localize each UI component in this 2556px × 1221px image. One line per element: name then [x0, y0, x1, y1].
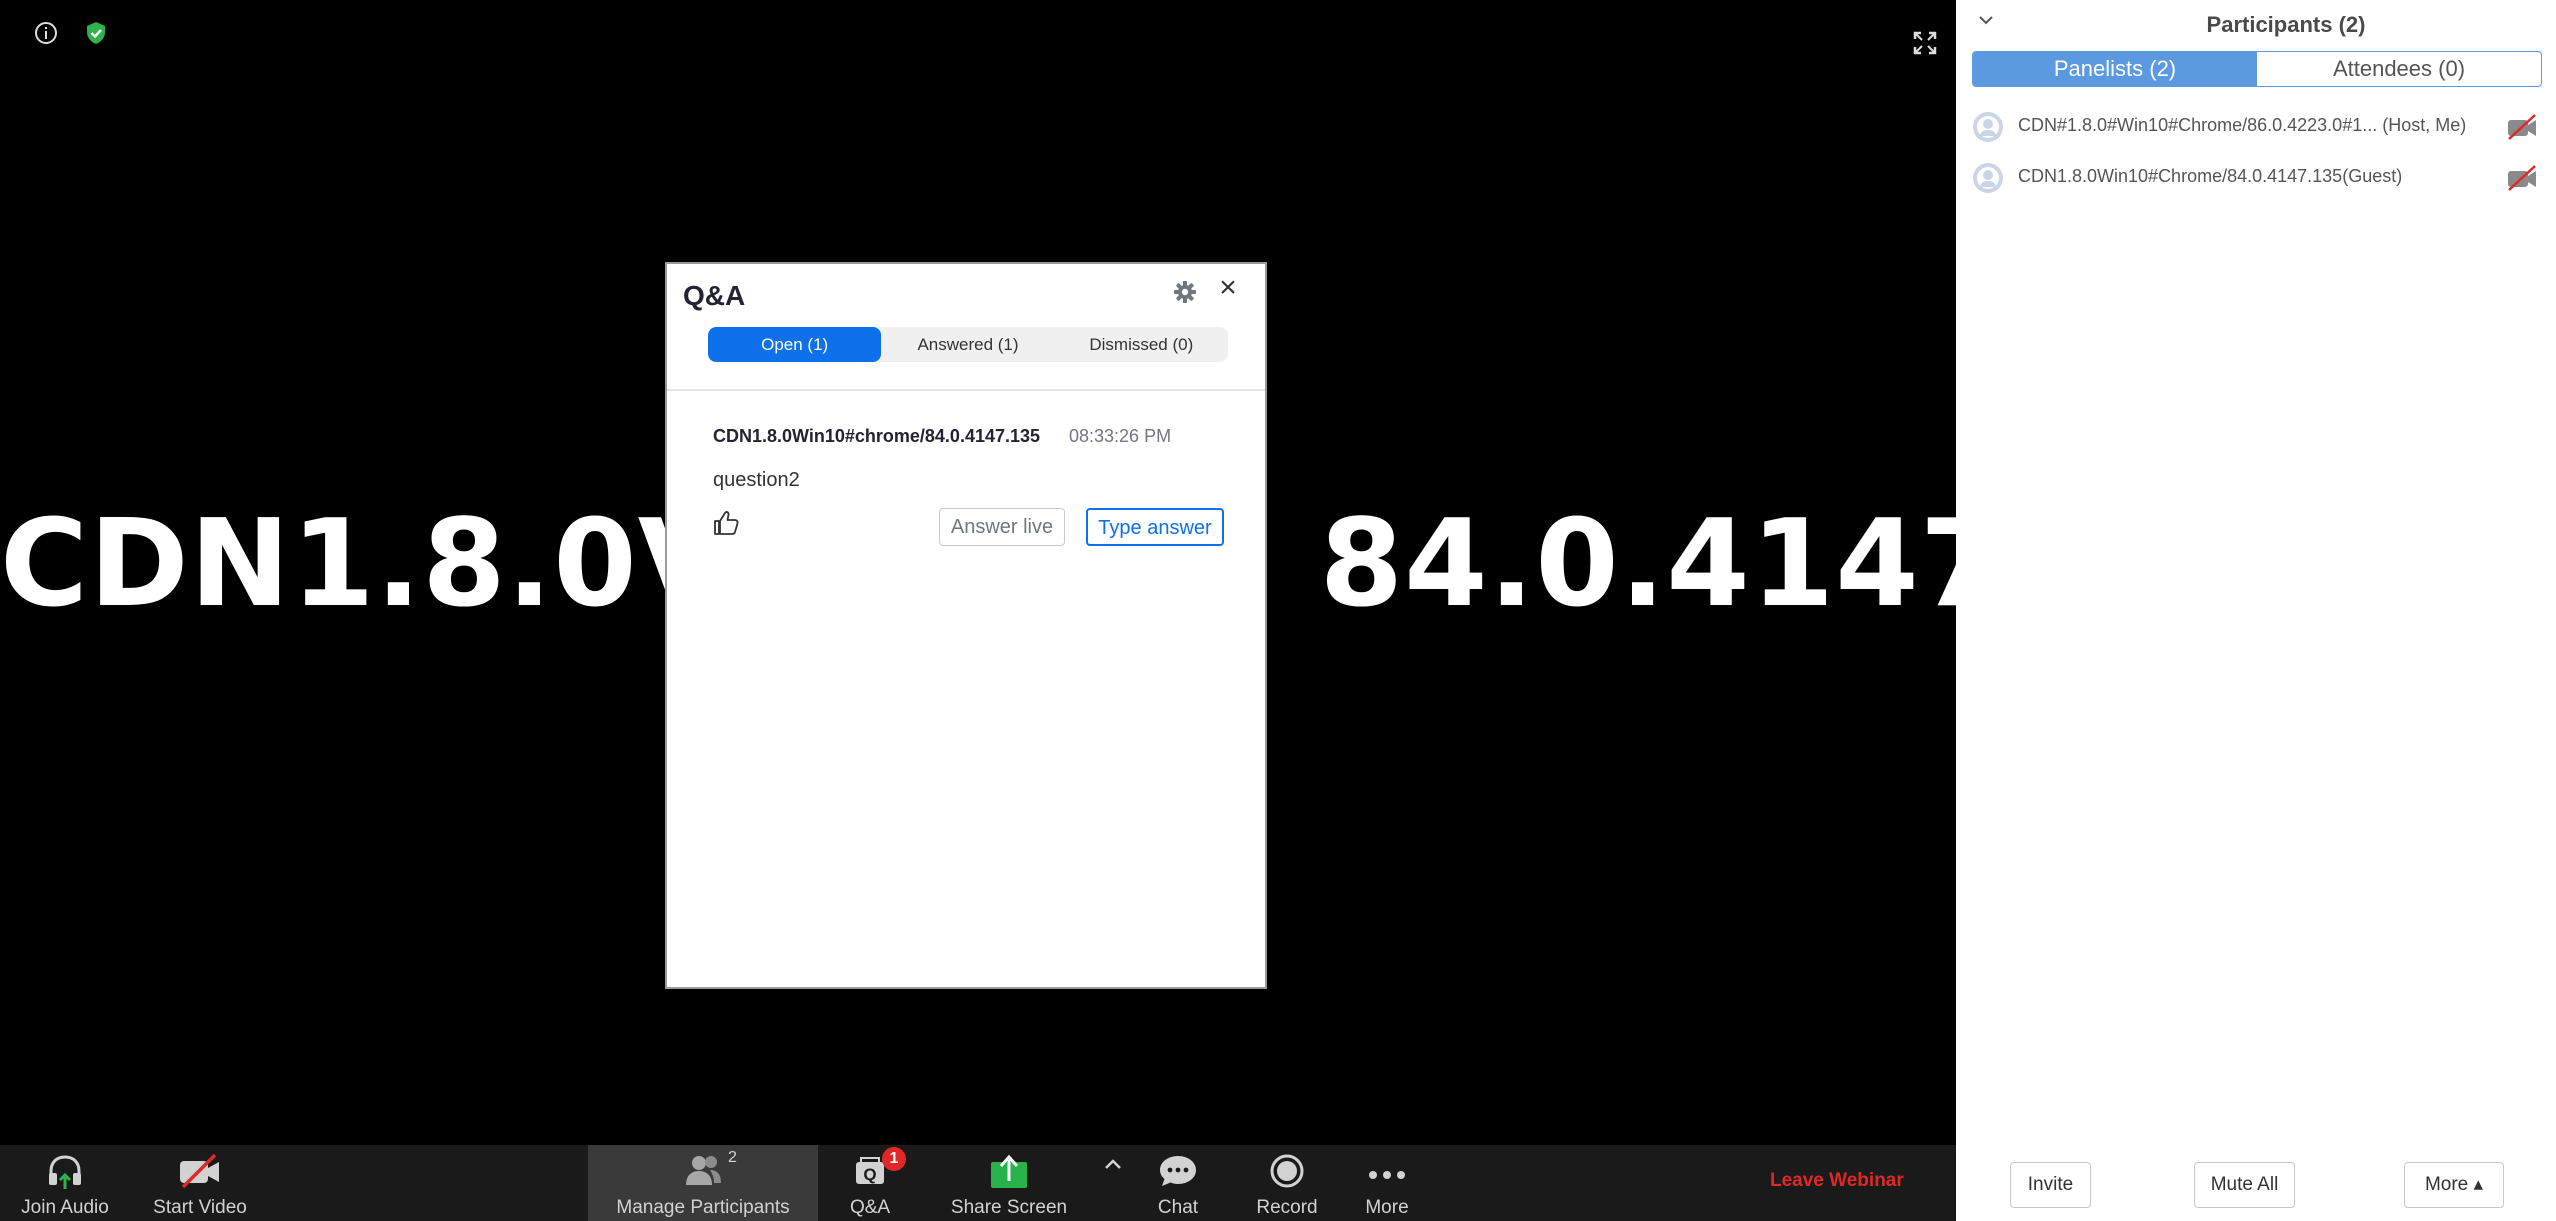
- tab-dismissed[interactable]: Dismissed (0): [1055, 327, 1228, 362]
- start-video-button[interactable]: Start Video: [140, 1145, 260, 1221]
- participant-count: 2: [728, 1149, 737, 1166]
- chat-icon: [1160, 1156, 1196, 1186]
- join-audio-button[interactable]: Join Audio: [10, 1145, 120, 1221]
- tab-open[interactable]: Open (1): [708, 327, 882, 362]
- video-off-icon[interactable]: [2506, 164, 2538, 192]
- avatar-icon: [1973, 112, 2003, 142]
- question-author: CDN1.8.0Win10#chrome/84.0.4147.135: [713, 426, 1041, 446]
- participant-row[interactable]: CDN1.8.0Win10#Chrome/84.0.4147.135(Guest…: [1972, 158, 2542, 198]
- invite-button[interactable]: Invite: [2010, 1162, 2091, 1208]
- meeting-toolbar: Join Audio Start Video 2 Manage Particip…: [0, 1145, 1956, 1221]
- participants-title: Participants (2): [2206, 12, 2366, 37]
- chat-label: Chat: [1157, 1197, 1199, 1218]
- participants-panel: Participants (2) Panelists (2) Attendees…: [1956, 0, 2556, 1221]
- share-screen-button[interactable]: Share Screen: [944, 1145, 1074, 1221]
- gear-icon[interactable]: [1172, 279, 1198, 305]
- record-icon: [1270, 1154, 1304, 1188]
- video-off-icon[interactable]: [2506, 113, 2538, 141]
- panel-more-button[interactable]: More ▴: [2404, 1162, 2504, 1208]
- participant-name: CDN1.8.0Win10#Chrome/84.0.4147.135(Guest…: [2018, 166, 2403, 186]
- share-options-caret[interactable]: [1098, 1145, 1128, 1221]
- qa-button[interactable]: Q 1 Q&A: [840, 1145, 906, 1221]
- avatar-icon: [1973, 163, 2003, 193]
- tab-attendees[interactable]: Attendees (0): [2257, 52, 2541, 86]
- qa-tabs: Open (1) Answered (1) Dismissed (0): [708, 327, 1228, 362]
- participant-row[interactable]: CDN#1.8.0#Win10#Chrome/86.0.4223.0#1... …: [1972, 107, 2542, 147]
- divider: [667, 389, 1265, 391]
- qa-dialog: Q&A × Open (1) Answered (1) Dismissed (0…: [665, 262, 1267, 989]
- question-text: question2: [713, 469, 800, 491]
- qa-notification-badge: 1: [882, 1147, 906, 1171]
- fullscreen-icon[interactable]: [1912, 30, 1938, 56]
- record-button[interactable]: Record: [1247, 1145, 1327, 1221]
- speaker-name-left: CDN1.8.0V: [0, 495, 732, 634]
- participants-icon: [686, 1156, 721, 1185]
- mute-all-button[interactable]: Mute All: [2194, 1162, 2295, 1208]
- more-label: More: [1365, 1197, 1409, 1218]
- thumbs-up-icon[interactable]: [711, 508, 741, 538]
- chat-button[interactable]: Chat: [1148, 1145, 1208, 1221]
- tab-answered[interactable]: Answered (1): [881, 327, 1054, 362]
- video-off-icon: [180, 1153, 219, 1189]
- headphones-icon: [49, 1155, 81, 1189]
- svg-text:Q: Q: [863, 1165, 876, 1184]
- tab-panelists[interactable]: Panelists (2): [1973, 52, 2257, 86]
- info-icon[interactable]: [33, 20, 59, 46]
- more-button[interactable]: More: [1355, 1145, 1419, 1221]
- participants-tabs: Panelists (2) Attendees (0): [1972, 51, 2542, 87]
- question-time: 08:33:26 PM: [1069, 426, 1172, 446]
- video-stage: CDN1.8.0V 84.0.4147.1 Q&A × Open (1) Answ…: [0, 0, 2134, 1221]
- share-screen-label: Share Screen: [950, 1197, 1068, 1218]
- more-dots-icon: [1369, 1171, 1405, 1179]
- start-video-label: Start Video: [153, 1197, 247, 1218]
- qa-title: Q&A: [683, 280, 746, 311]
- join-audio-label: Join Audio: [21, 1197, 109, 1218]
- manage-participants-label: Manage Participants: [616, 1197, 790, 1218]
- type-answer-button[interactable]: Type answer: [1086, 508, 1224, 546]
- share-screen-icon: [991, 1154, 1027, 1188]
- chevron-up-icon: [1105, 1159, 1121, 1169]
- participant-name: CDN#1.8.0#Win10#Chrome/86.0.4223.0#1... …: [2018, 115, 2467, 135]
- leave-webinar-button[interactable]: Leave Webinar: [1770, 1170, 1904, 1192]
- answer-live-button[interactable]: Answer live: [939, 508, 1065, 546]
- close-icon[interactable]: ×: [1214, 273, 1242, 303]
- manage-participants-button[interactable]: 2 Manage Participants: [588, 1145, 818, 1221]
- qa-label: Q&A: [849, 1197, 891, 1218]
- security-shield-icon[interactable]: [83, 20, 109, 46]
- record-label: Record: [1256, 1197, 1318, 1218]
